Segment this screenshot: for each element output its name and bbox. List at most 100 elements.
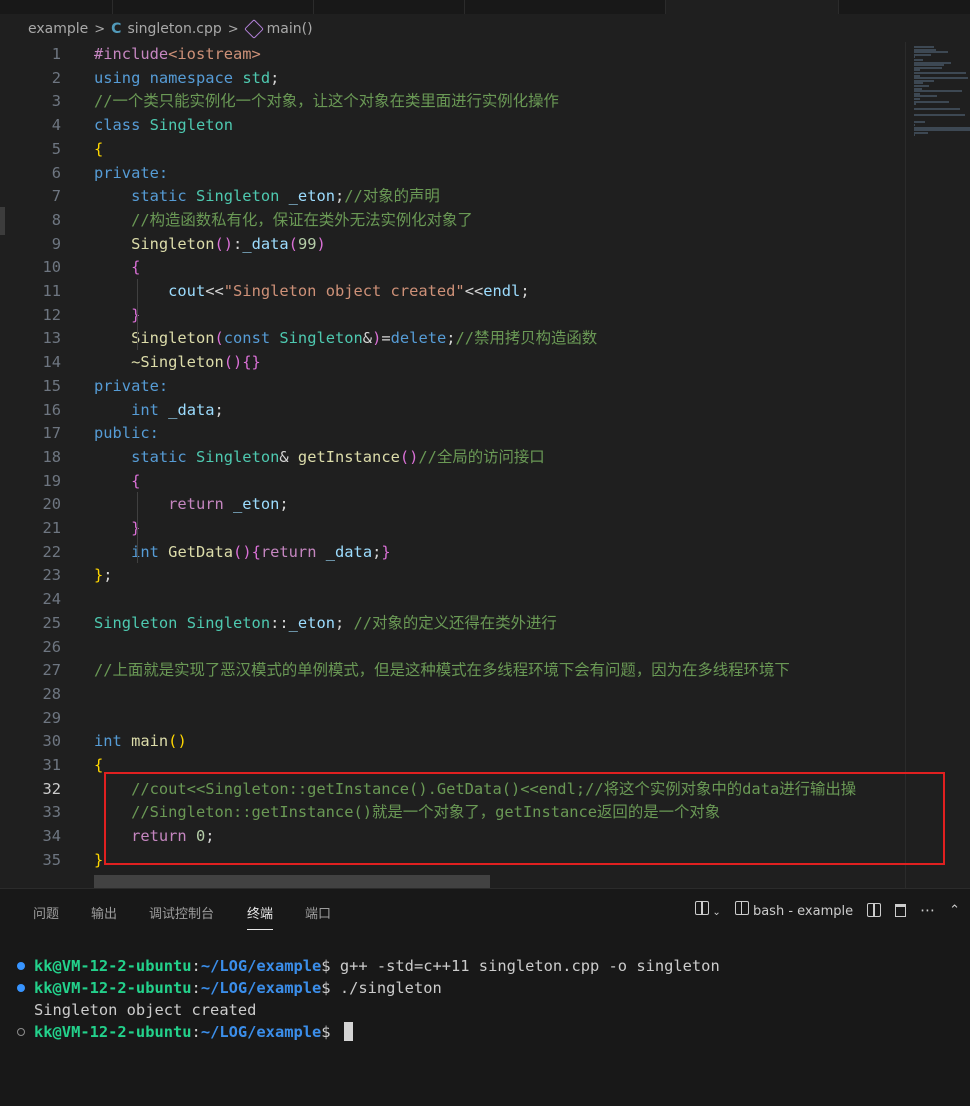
- line-number: 11: [42, 282, 61, 300]
- code-line[interactable]: 20 return _eton;: [0, 492, 905, 516]
- code-line[interactable]: 19 {: [0, 469, 905, 493]
- code-line[interactable]: 3 //一个类只能实例化一个对象，让这个对象在类里面进行实例化操作: [0, 89, 905, 113]
- indent-guide: [137, 279, 138, 351]
- code-line[interactable]: 8 //构造函数私有化，保证在类外无法实例化对象了: [0, 208, 905, 232]
- code-line[interactable]: 7 static Singleton _eton;//对象的声明: [0, 184, 905, 208]
- code-text: {: [94, 756, 104, 774]
- cpp-file-icon: C: [111, 21, 122, 37]
- line-number: 5: [51, 139, 61, 158]
- tab-output[interactable]: 输出: [91, 903, 117, 922]
- chevron-right-icon: >: [94, 21, 106, 37]
- line-number: 6: [51, 163, 61, 182]
- code-line[interactable]: 12 }: [0, 303, 905, 327]
- tab-problems[interactable]: 问题: [33, 903, 59, 922]
- bottom-panel: 问题 输出 调试控制台 终端 端口 ⌄ bash - example ⋯ ⌃ k…: [0, 888, 970, 1106]
- code-line[interactable]: 24: [0, 587, 905, 611]
- line-number: 26: [42, 637, 61, 656]
- code-line[interactable]: 25 Singleton Singleton::_eton; //对象的定义还得在…: [0, 611, 905, 635]
- code-text: Singleton Singleton::_eton; //对象的定义还得在类外…: [94, 613, 557, 632]
- code-line[interactable]: 26: [0, 635, 905, 659]
- line-number: 33: [42, 803, 61, 822]
- line-number: 17: [42, 424, 61, 443]
- code-line[interactable]: 15 private:: [0, 374, 905, 398]
- command-status-icon[interactable]: [17, 1028, 25, 1036]
- code-line[interactable]: 30 int main(): [0, 729, 905, 753]
- editor-tab[interactable]: [839, 0, 970, 14]
- minimap-line: [914, 108, 961, 111]
- code-line[interactable]: 29: [0, 706, 905, 730]
- code-line[interactable]: 23};: [0, 563, 905, 587]
- breadcrumb-file[interactable]: singleton.cpp: [127, 21, 221, 37]
- line-number: 18: [42, 447, 61, 466]
- panel-actions: ⌄ bash - example ⋯ ⌃: [695, 901, 960, 919]
- split-icon[interactable]: [867, 903, 882, 917]
- code-text: {: [131, 258, 141, 277]
- terminal-instance[interactable]: bash - example: [734, 901, 853, 919]
- code-line[interactable]: 13 Singleton(const Singleton&)=delete;//…: [0, 326, 905, 350]
- editor-tab[interactable]: [465, 0, 666, 14]
- code-line[interactable]: 4 class Singleton: [0, 113, 905, 137]
- code-line[interactable]: 16 int _data;: [0, 398, 905, 422]
- line-number: 16: [42, 400, 61, 419]
- terminal-icon: [734, 901, 749, 915]
- breadcrumb-folder[interactable]: example: [0, 21, 88, 37]
- chevron-up-icon[interactable]: ⌃: [949, 903, 960, 918]
- code-text: ~Singleton(){}: [131, 353, 261, 372]
- code-line[interactable]: 21 }: [0, 516, 905, 540]
- code-text: int _data;: [131, 400, 224, 419]
- minimap[interactable]: [905, 42, 970, 888]
- code-editor[interactable]: 1 #include<iostream> 2 using namespace std;…: [0, 42, 905, 888]
- tab-debug-console[interactable]: 调试控制台: [149, 903, 214, 922]
- code-line[interactable]: 5{: [0, 137, 905, 161]
- editor-tab[interactable]: [113, 0, 314, 14]
- editor-tab[interactable]: [0, 0, 113, 14]
- code-line[interactable]: 28: [0, 682, 905, 706]
- trash-icon[interactable]: [895, 903, 907, 917]
- minimap-line: [914, 131, 929, 134]
- line-number: 32: [42, 779, 61, 798]
- code-text: {: [94, 139, 104, 158]
- code-text: private:: [94, 376, 169, 395]
- code-line[interactable]: 11 cout<<"Singleton object created"<<end…: [0, 279, 905, 303]
- code-text: //一个类只能实例化一个对象，让这个对象在类里面进行实例化操作: [94, 92, 559, 111]
- command-status-icon[interactable]: [17, 984, 25, 992]
- code-line[interactable]: 18 static Singleton& getInstance()//全局的访…: [0, 445, 905, 469]
- indent-guide: [137, 492, 138, 564]
- new-terminal-split-dropdown[interactable]: ⌄: [695, 901, 721, 919]
- breadcrumb: example > C singleton.cpp > main(): [0, 14, 970, 44]
- code-line[interactable]: 6 private:: [0, 161, 905, 185]
- code-line[interactable]: 9 Singleton():_data(99): [0, 232, 905, 256]
- terminal-cursor: [343, 1022, 353, 1041]
- code-line[interactable]: 27 //上面就是实现了恶汉模式的单例模式，但是这种模式在多线程环境下会有问题，因…: [0, 658, 905, 682]
- tab-terminal[interactable]: 终端: [247, 903, 274, 930]
- code-text: using namespace std;: [94, 68, 280, 87]
- line-number: 29: [42, 708, 61, 727]
- line-number: 19: [42, 471, 61, 490]
- command-status-icon[interactable]: [17, 962, 25, 970]
- editor-tab-active[interactable]: [666, 0, 839, 14]
- code-line[interactable]: 17 public:: [0, 421, 905, 445]
- breadcrumb-symbol[interactable]: main(): [267, 21, 313, 37]
- line-number: 12: [42, 305, 61, 324]
- code-line[interactable]: 22 int GetData(){return _data;}: [0, 540, 905, 564]
- line-number: 35: [42, 850, 61, 869]
- line-number: 4: [51, 116, 61, 135]
- horizontal-scrollbar[interactable]: [94, 875, 490, 888]
- editor-tab[interactable]: [314, 0, 465, 14]
- line-number: 34: [42, 827, 61, 846]
- code-text: };: [94, 566, 113, 585]
- code-line[interactable]: 1 #include<iostream>: [0, 42, 905, 66]
- code-text: return _eton;: [168, 495, 289, 514]
- tab-ports[interactable]: 端口: [305, 903, 331, 922]
- code-line[interactable]: 2 using namespace std;: [0, 66, 905, 90]
- line-number: 14: [42, 353, 61, 372]
- line-number: 22: [42, 542, 61, 561]
- more-icon[interactable]: ⋯: [920, 901, 935, 919]
- minimap-line: [914, 134, 916, 137]
- code-line[interactable]: 10 {: [0, 255, 905, 279]
- line-number: 25: [42, 613, 61, 632]
- highlight-box-code: [104, 772, 945, 865]
- minimap-line: [914, 103, 917, 106]
- editor-tab-strip: [0, 0, 970, 14]
- code-line[interactable]: 14 ~Singleton(){}: [0, 350, 905, 374]
